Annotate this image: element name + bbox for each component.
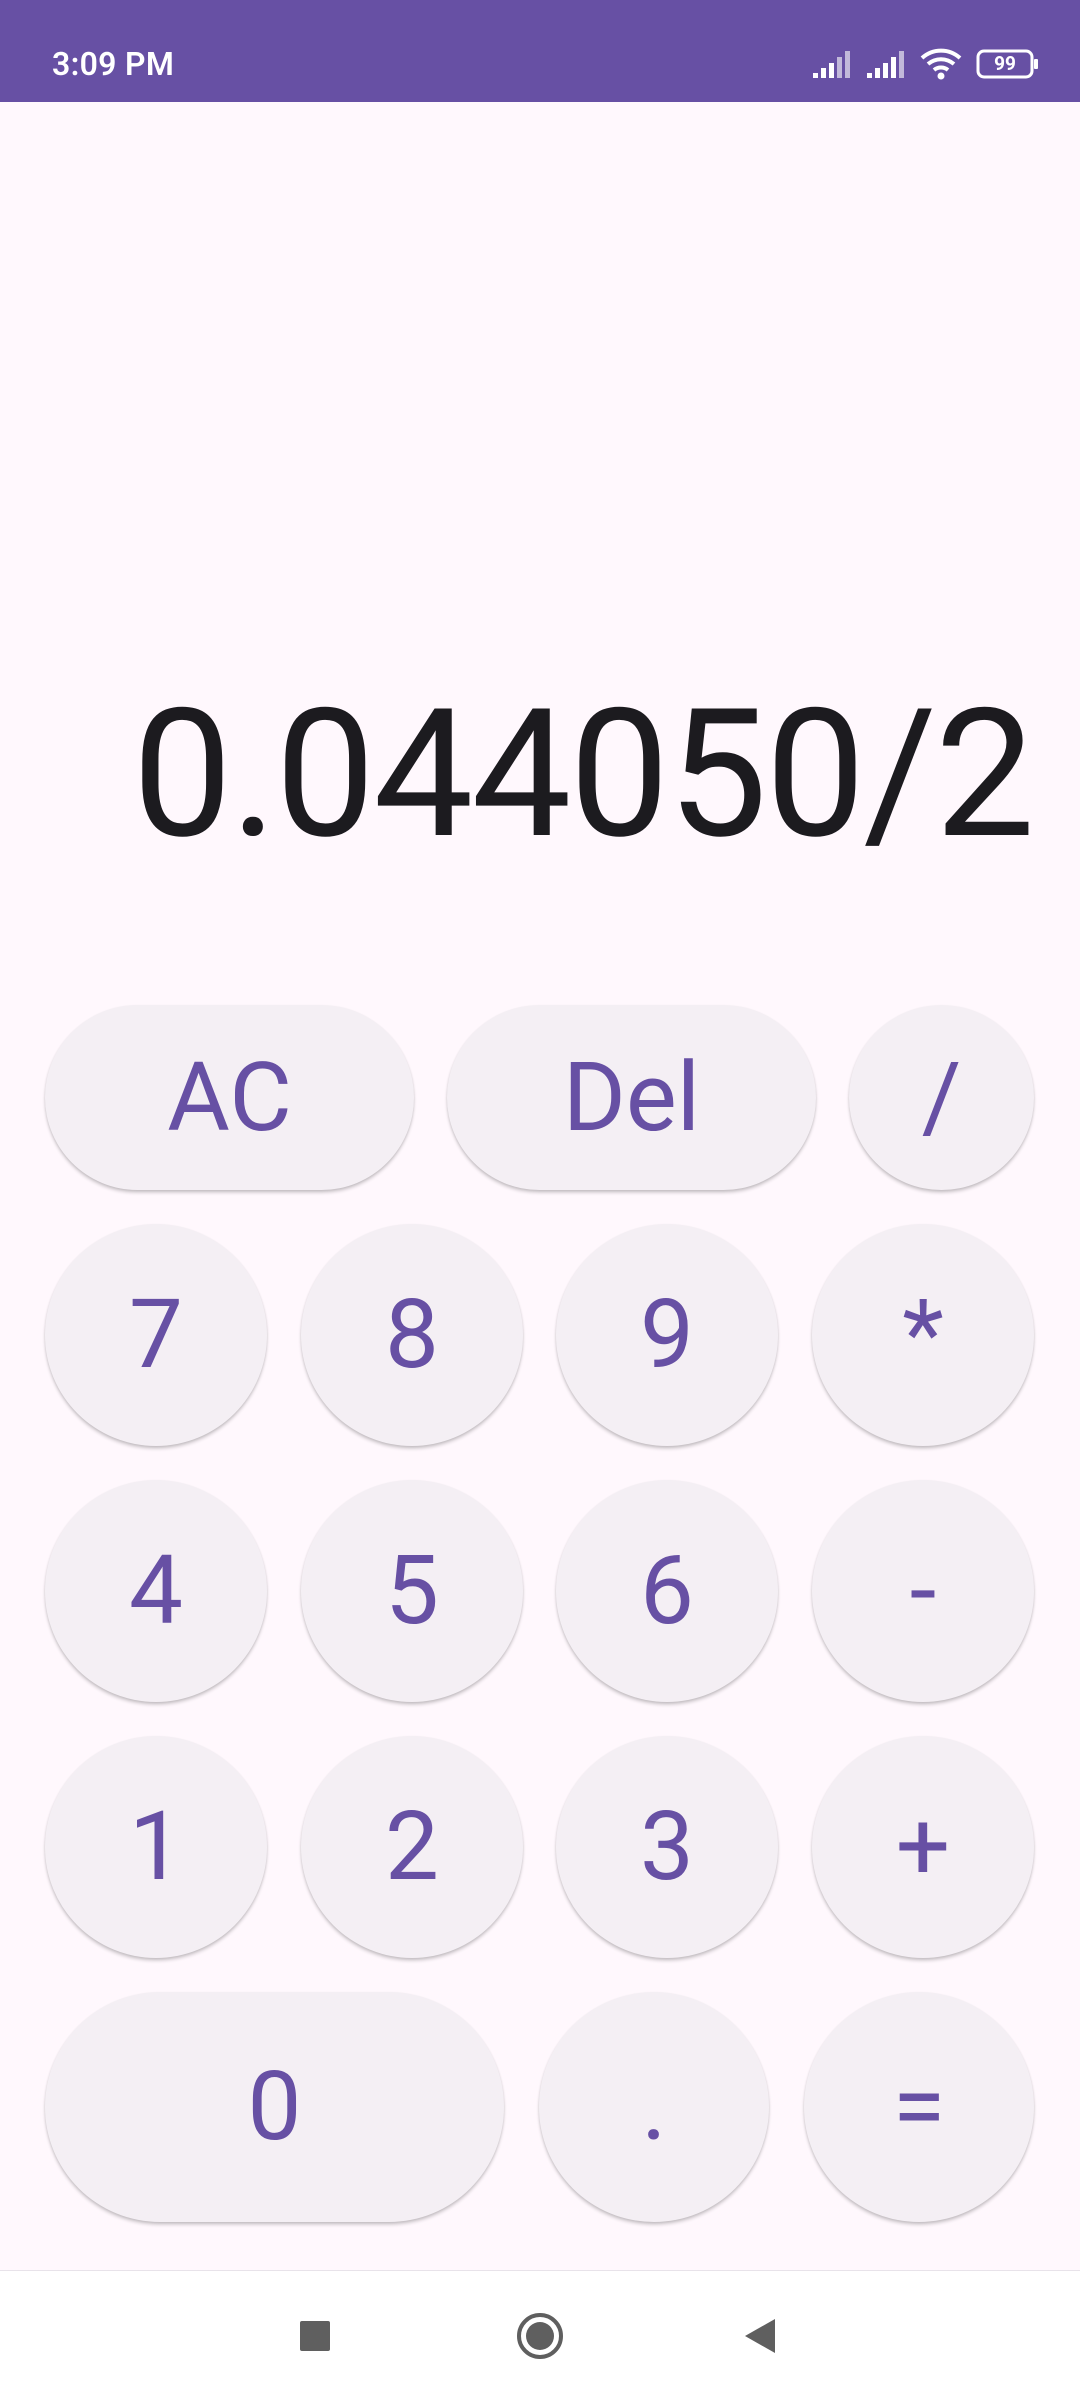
decimal-point-button[interactable]: . bbox=[539, 1992, 769, 2222]
battery-icon: 99 bbox=[976, 48, 1040, 80]
recents-square-icon[interactable] bbox=[270, 2271, 360, 2401]
delete-button[interactable]: Del bbox=[447, 1005, 816, 1190]
plus-button[interactable]: + bbox=[812, 1736, 1034, 1958]
multiply-button[interactable]: * bbox=[812, 1224, 1034, 1446]
back-triangle-icon[interactable] bbox=[715, 2271, 805, 2401]
signal-icon bbox=[812, 49, 852, 79]
status-time: 3:09 PM bbox=[52, 45, 175, 83]
digit-4-button[interactable]: 4 bbox=[45, 1480, 267, 1702]
digit-2-button[interactable]: 2 bbox=[301, 1736, 523, 1958]
clear-button[interactable]: AC bbox=[45, 1005, 414, 1190]
wifi-icon bbox=[920, 47, 962, 81]
minus-button[interactable]: - bbox=[812, 1480, 1034, 1702]
navigation-bar bbox=[0, 2270, 1080, 2401]
battery-level: 99 bbox=[994, 52, 1016, 75]
digit-7-button[interactable]: 7 bbox=[45, 1224, 267, 1446]
digit-1-button[interactable]: 1 bbox=[45, 1736, 267, 1958]
digit-5-button[interactable]: 5 bbox=[301, 1480, 523, 1702]
digit-6-button[interactable]: 6 bbox=[556, 1480, 778, 1702]
digit-9-button[interactable]: 9 bbox=[556, 1224, 778, 1446]
equals-button[interactable]: = bbox=[804, 1992, 1034, 2222]
status-icons: 99 bbox=[812, 44, 1040, 84]
signal-icon bbox=[866, 49, 906, 79]
digit-3-button[interactable]: 3 bbox=[556, 1736, 778, 1958]
status-bar: 3:09 PM 99 bbox=[0, 0, 1080, 102]
divide-button[interactable]: / bbox=[849, 1005, 1034, 1190]
calculator-display: 0.044050/2 bbox=[132, 671, 1035, 879]
home-circle-icon[interactable] bbox=[495, 2271, 585, 2401]
digit-0-button[interactable]: 0 bbox=[45, 1992, 504, 2222]
digit-8-button[interactable]: 8 bbox=[301, 1224, 523, 1446]
